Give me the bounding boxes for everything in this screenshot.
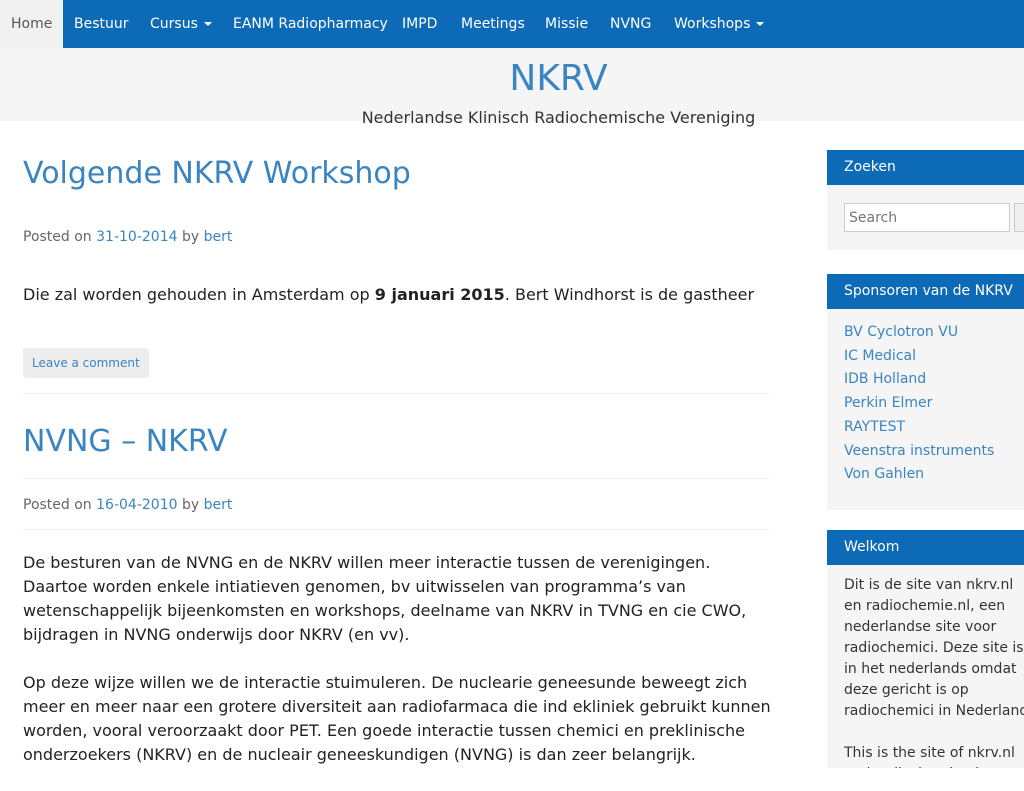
- nav-missie[interactable]: Missie: [534, 0, 599, 48]
- nav-cursus[interactable]: Cursus: [139, 0, 223, 48]
- post-meta: Posted on 31-10-2014 by bert: [23, 229, 233, 245]
- post-content: Die zal worden gehouden in Amsterdam op …: [23, 285, 755, 304]
- post-date-link[interactable]: 16-04-2010: [96, 497, 177, 513]
- welcome-widget: Welkom Dit is de site van nkrv.nl en rad…: [827, 530, 1024, 768]
- widget-title: Welkom: [827, 530, 1024, 565]
- post-divider: [23, 393, 770, 394]
- chevron-down-icon: [203, 22, 212, 26]
- sponsor-link[interactable]: BV Cyclotron VU: [844, 321, 1024, 345]
- leave-comment-button[interactable]: Leave a comment: [23, 348, 149, 378]
- sponsor-link[interactable]: IDB Holland: [844, 368, 1024, 392]
- sponsor-link[interactable]: Veenstra instruments: [844, 440, 1024, 464]
- sponsor-link[interactable]: Von Gahlen: [844, 463, 1024, 487]
- sponsor-link[interactable]: IC Medical: [844, 345, 1024, 369]
- post-divider: [23, 478, 770, 479]
- widget-title: Sponsoren van de NKRV: [827, 274, 1024, 309]
- nav-impd[interactable]: IMPD: [391, 0, 448, 48]
- widget-title: Zoeken: [827, 150, 1024, 185]
- post-meta: Posted on 16-04-2010 by bert: [23, 497, 233, 513]
- chevron-down-icon: [756, 22, 765, 26]
- welcome-paragraph: Dit is de site van nkrv.nl en radiochemi…: [844, 577, 1024, 719]
- sponsor-link[interactable]: RAYTEST: [844, 416, 1024, 440]
- post-paragraph: De besturen van de NVNG en de NKRV wille…: [23, 553, 747, 644]
- site-description: Nederlandse Klinisch Radiochemische Vere…: [361, 108, 756, 127]
- search-button[interactable]: [1014, 203, 1024, 232]
- post-author-link[interactable]: bert: [204, 229, 233, 245]
- nav-meetings[interactable]: Meetings: [450, 0, 536, 48]
- welcome-text: Dit is de site van nkrv.nl en radiochemi…: [827, 565, 1024, 768]
- welcome-paragraph: This is the site of nkrv.nl and radioche…: [844, 745, 1015, 768]
- search-input[interactable]: [844, 203, 1010, 232]
- post-date-link[interactable]: 31-10-2014: [96, 229, 177, 245]
- nav-nvng[interactable]: NVNG: [599, 0, 662, 48]
- nav-home[interactable]: Home: [0, 0, 64, 48]
- post-paragraph: Op deze wijze willen we de interactie st…: [23, 673, 771, 764]
- sponsors-widget: Sponsoren van de NKRV BV Cyclotron VU IC…: [827, 274, 1024, 510]
- post-author-link[interactable]: bert: [204, 497, 233, 513]
- sponsor-list: BV Cyclotron VU IC Medical IDB Holland P…: [827, 309, 1024, 487]
- post-title[interactable]: Volgende NKRV Workshop: [23, 156, 411, 192]
- post-divider: [23, 529, 770, 530]
- post-content: De besturen van de NVNG en de NKRV wille…: [23, 551, 773, 791]
- nav-eanm-radiopharmacy[interactable]: EANM Radiopharmacy: [222, 0, 399, 48]
- sponsor-link[interactable]: Perkin Elmer: [844, 392, 1024, 416]
- nav-workshops[interactable]: Workshops: [663, 0, 775, 48]
- search-widget: Zoeken: [827, 150, 1024, 250]
- main-navbar: Home Bestuur Cursus EANM Radiopharmacy I…: [0, 0, 1024, 48]
- site-title[interactable]: NKRV: [0, 58, 1024, 100]
- nav-bestuur[interactable]: Bestuur: [63, 0, 140, 48]
- post-title[interactable]: NVNG – NKRV: [23, 424, 228, 460]
